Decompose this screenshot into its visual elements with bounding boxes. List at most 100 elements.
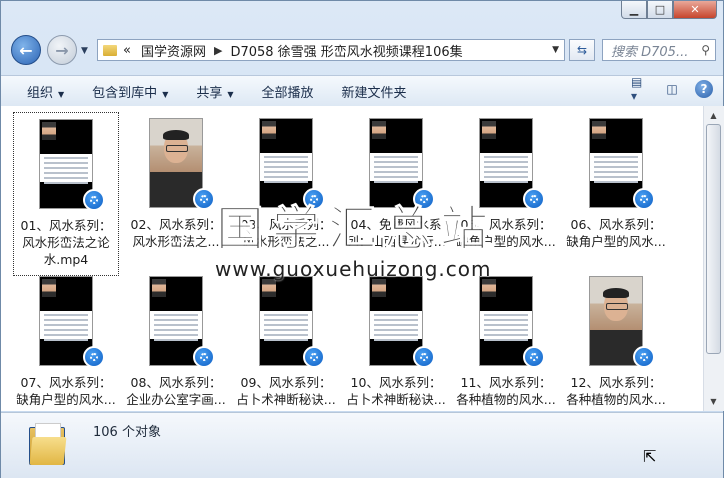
preview-pane-icon[interactable]: ◫ xyxy=(663,80,681,98)
file-name-line: 占卜术神断秘诀... xyxy=(346,392,446,407)
file-name-line: 08、风水系列： xyxy=(130,375,222,390)
refresh-button[interactable]: ⇆ xyxy=(569,39,595,61)
organize-button[interactable]: 组织 ▼ xyxy=(1,82,78,101)
search-input[interactable]: 搜索 D705... ⚲ xyxy=(602,39,716,61)
item-count: 106 个对象 xyxy=(93,425,161,440)
explorer-window: ▁ □ ✕ ← → ▼ « 国学资源网 ▶ D7058 徐雪强 形峦风水视频课程… xyxy=(0,0,724,478)
breadcrumb-item-root[interactable]: 国学资源网 xyxy=(141,41,206,60)
video-thumbnail xyxy=(479,118,545,210)
chevron-down-icon: ▼ xyxy=(227,89,234,99)
file-name-line: 03、风水系列： xyxy=(240,217,332,232)
file-name: 03、风水系列： 风水形峦法之... xyxy=(233,216,339,250)
play-all-button[interactable]: 全部播放 xyxy=(248,82,328,101)
breadcrumb-item-current[interactable]: D7058 徐雪强 形峦风水视频课程106集 xyxy=(230,41,462,60)
video-thumbnail xyxy=(149,276,215,368)
media-player-icon xyxy=(303,188,325,210)
file-name-line: 12、风水系列： xyxy=(570,375,662,390)
file-name: 08、风水系列： 企业办公室字画... xyxy=(123,374,229,408)
file-name-line: 04、免费风水系 xyxy=(350,217,442,232)
file-name: 05、风水系列： 缺角户型的风水... xyxy=(453,216,559,250)
chevron-down-icon: ▼ xyxy=(58,89,65,99)
file-name: 04、免费风水系 列：山西寻龙行... xyxy=(343,216,449,250)
vertical-scrollbar[interactable]: ▲ ▼ xyxy=(703,106,724,411)
file-item[interactable]: 07、风水系列： 缺角户型的风水... xyxy=(13,270,119,411)
file-name-line: 05、风水系列： xyxy=(460,217,552,232)
file-item[interactable]: 06、风水系列： 缺角户型的风水... xyxy=(563,112,669,262)
file-name-line: 风水形峦法之... xyxy=(242,234,330,249)
navigation-bar: ← → ▼ « 国学资源网 ▶ D7058 徐雪强 形峦风水视频课程106集 ▼… xyxy=(1,31,723,71)
scrollbar-thumb[interactable] xyxy=(706,124,721,354)
video-thumbnail xyxy=(479,276,545,368)
file-name-line: 07、风水系列： xyxy=(20,375,112,390)
video-thumbnail xyxy=(369,118,435,210)
search-icon[interactable]: ⚲ xyxy=(701,43,710,57)
video-thumbnail xyxy=(589,276,655,368)
folder-icon xyxy=(29,423,69,465)
maximize-button[interactable]: □ xyxy=(647,1,673,19)
address-bar[interactable]: « 国学资源网 ▶ D7058 徐雪强 形峦风水视频课程106集 ▼ xyxy=(97,39,565,61)
file-name-line: 列：山西寻龙行... xyxy=(346,234,446,249)
folder-icon xyxy=(103,44,117,56)
file-item[interactable]: 09、风水系列： 占卜术神断秘诀... xyxy=(233,270,339,411)
file-name-line: 缺角户型的风水... xyxy=(16,392,116,407)
media-player-icon xyxy=(193,346,215,368)
file-item[interactable]: 05、风水系列： 缺角户型的风水... xyxy=(453,112,559,262)
file-item[interactable]: 02、风水系列： 风水形峦法之... xyxy=(123,112,229,262)
media-player-icon xyxy=(413,188,435,210)
file-name-line: 缺角户型的风水... xyxy=(456,234,556,249)
new-folder-button[interactable]: 新建文件夹 xyxy=(328,82,421,101)
close-button[interactable]: ✕ xyxy=(673,1,717,19)
video-thumbnail xyxy=(259,118,325,210)
breadcrumb-prefix[interactable]: « xyxy=(123,43,131,58)
media-player-icon xyxy=(633,346,655,368)
file-item[interactable]: 03、风水系列： 风水形峦法之... xyxy=(233,112,339,262)
file-name: 12、风水系列： 各种植物的风水... xyxy=(563,374,669,408)
search-placeholder: 搜索 D705... xyxy=(611,44,689,60)
scroll-down-icon[interactable]: ▼ xyxy=(706,394,721,409)
video-thumbnail xyxy=(39,119,105,211)
file-item[interactable]: 12、风水系列： 各种植物的风水... xyxy=(563,270,669,411)
chevron-down-icon: ▼ xyxy=(162,89,169,99)
file-name: 06、风水系列： 缺角户型的风水... xyxy=(563,216,669,250)
file-name-line: 水.mp4 xyxy=(43,252,89,267)
address-dropdown-icon[interactable]: ▼ xyxy=(552,45,559,55)
file-name-line: 各种植物的风水... xyxy=(456,392,556,407)
file-name-line: 01、风水系列： xyxy=(20,218,112,233)
forward-button[interactable]: → xyxy=(47,35,77,65)
help-icon[interactable]: ? xyxy=(695,80,713,98)
media-player-icon xyxy=(633,188,655,210)
file-name: 02、风水系列： 风水形峦法之... xyxy=(123,216,229,250)
details-pane: 106 个对象 xyxy=(1,412,723,478)
media-player-icon xyxy=(83,346,105,368)
file-item[interactable]: 10、风水系列： 占卜术神断秘诀... xyxy=(343,270,449,411)
back-button[interactable]: ← xyxy=(11,35,41,65)
minimize-button[interactable]: ▁ xyxy=(621,1,647,19)
media-player-icon xyxy=(523,346,545,368)
share-button[interactable]: 共享 ▼ xyxy=(182,82,247,101)
video-thumbnail xyxy=(589,118,655,210)
mouse-cursor-icon: ⇱ xyxy=(643,447,657,466)
view-options-icon[interactable]: ▤ ▾ xyxy=(631,75,649,103)
breadcrumb-separator-icon[interactable]: ▶ xyxy=(214,44,222,57)
file-name-line: 占卜术神断秘诀... xyxy=(236,392,336,407)
file-item[interactable]: 04、免费风水系 列：山西寻龙行... xyxy=(343,112,449,262)
video-thumbnail xyxy=(39,276,105,368)
video-thumbnail xyxy=(369,276,435,368)
file-name-line: 09、风水系列： xyxy=(240,375,332,390)
file-name: 11、风水系列： 各种植物的风水... xyxy=(453,374,559,408)
file-item[interactable]: 08、风水系列： 企业办公室字画... xyxy=(123,270,229,411)
file-name-line: 各种植物的风水... xyxy=(566,392,666,407)
media-player-icon xyxy=(413,346,435,368)
media-player-icon xyxy=(523,188,545,210)
file-name: 09、风水系列： 占卜术神断秘诀... xyxy=(233,374,339,408)
history-dropdown-icon[interactable]: ▼ xyxy=(81,46,88,56)
media-player-icon xyxy=(303,346,325,368)
file-item[interactable]: 01、风水系列： 风水形峦法之论 水.mp4 xyxy=(13,112,119,276)
caption-buttons: ▁ □ ✕ xyxy=(621,1,717,19)
file-item[interactable]: 11、风水系列： 各种植物的风水... xyxy=(453,270,559,411)
include-library-button[interactable]: 包含到库中 ▼ xyxy=(78,82,182,101)
file-name-line: 02、风水系列： xyxy=(130,217,222,232)
file-list-view[interactable]: 01、风水系列： 风水形峦法之论 水.mp4 02、风水系列： 风水形峦法之... 03、… xyxy=(1,106,703,411)
file-name-line: 缺角户型的风水... xyxy=(566,234,666,249)
scroll-up-icon[interactable]: ▲ xyxy=(706,108,721,123)
